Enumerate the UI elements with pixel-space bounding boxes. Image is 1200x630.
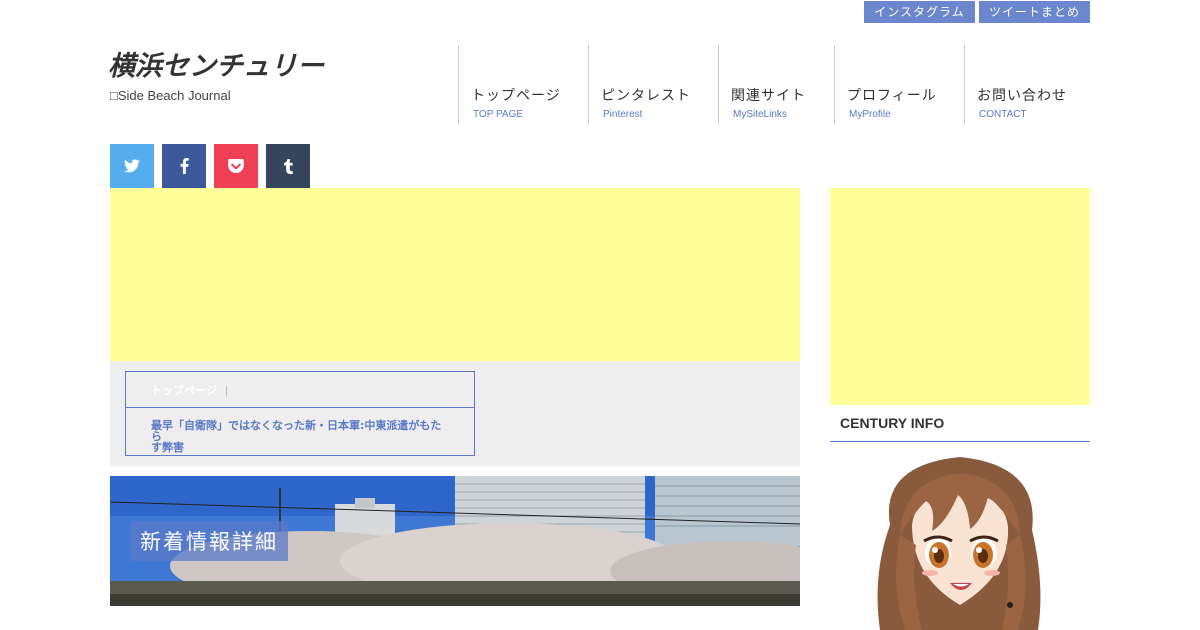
ad-banner-sidebar[interactable] bbox=[830, 188, 1090, 405]
nav-item-links[interactable]: 関連サイト MySiteLinks bbox=[718, 45, 834, 124]
nav-item-top[interactable]: トップページ TOP PAGE bbox=[458, 45, 588, 124]
anime-girl-illustration bbox=[877, 457, 1041, 630]
facebook-icon bbox=[180, 158, 189, 174]
nav-sublabel: CONTACT bbox=[979, 109, 1027, 120]
tumblr-icon bbox=[283, 158, 293, 174]
nav-sublabel: MySiteLinks bbox=[733, 109, 787, 120]
ad-banner-main[interactable] bbox=[110, 188, 800, 361]
global-nav: トップページ TOP PAGE ピンタレスト Pinterest 関連サイト M… bbox=[458, 45, 1090, 124]
banner-label: 新着情報詳細 bbox=[130, 521, 288, 561]
twitter-icon bbox=[124, 159, 140, 173]
nav-sublabel: TOP PAGE bbox=[473, 109, 524, 120]
site-title[interactable]: 横浜センチュリー bbox=[108, 44, 324, 83]
news-banner[interactable]: 新着情報詳細 bbox=[110, 476, 800, 606]
post-title-line1: 最早「自衛隊」ではなくなった新・日本軍:中東派遣がもたら bbox=[151, 419, 442, 443]
nav-sublabel: MyProfile bbox=[849, 109, 891, 120]
breadcrumb-area: トップページ | 最早「自衛隊」ではなくなった新・日本軍:中東派遣がもたら す弊害 bbox=[110, 361, 800, 466]
tweet-summary-link[interactable]: ツイートまとめ bbox=[979, 1, 1090, 23]
nav-item-contact[interactable]: お問い合わせ CONTACT bbox=[964, 45, 1090, 124]
post-title-line2: す弊害 bbox=[151, 441, 184, 454]
nav-sublabel: Pinterest bbox=[603, 109, 643, 120]
pocket-icon bbox=[228, 159, 244, 173]
breadcrumb: トップページ | bbox=[125, 371, 475, 408]
nav-label: トップページ bbox=[471, 88, 561, 104]
nav-label: お問い合わせ bbox=[977, 88, 1067, 104]
top-links: インスタグラム ツイートまとめ bbox=[864, 1, 1090, 23]
breadcrumb-home[interactable]: トップページ bbox=[151, 384, 217, 397]
instagram-link[interactable]: インスタグラム bbox=[864, 1, 975, 23]
twitter-share-button[interactable] bbox=[110, 144, 154, 188]
nav-label: 関連サイト bbox=[731, 88, 806, 104]
nav-label: ピンタレスト bbox=[601, 88, 691, 104]
breadcrumb-current-post[interactable]: 最早「自衛隊」ではなくなった新・日本軍:中東派遣がもたら す弊害 bbox=[125, 407, 475, 456]
breadcrumb-separator: | bbox=[224, 384, 229, 397]
share-buttons bbox=[110, 144, 310, 188]
nav-item-pinterest[interactable]: ピンタレスト Pinterest bbox=[588, 45, 718, 124]
profile-avatar bbox=[850, 455, 1070, 630]
sidebar-heading: CENTURY INFO bbox=[830, 405, 1090, 442]
nav-label: プロフィール bbox=[847, 88, 937, 104]
site-subtitle: □Side Beach Journal bbox=[110, 88, 231, 103]
nav-item-profile[interactable]: プロフィール MyProfile bbox=[834, 45, 964, 124]
tumblr-share-button[interactable] bbox=[266, 144, 310, 188]
facebook-share-button[interactable] bbox=[162, 144, 206, 188]
pocket-share-button[interactable] bbox=[214, 144, 258, 188]
